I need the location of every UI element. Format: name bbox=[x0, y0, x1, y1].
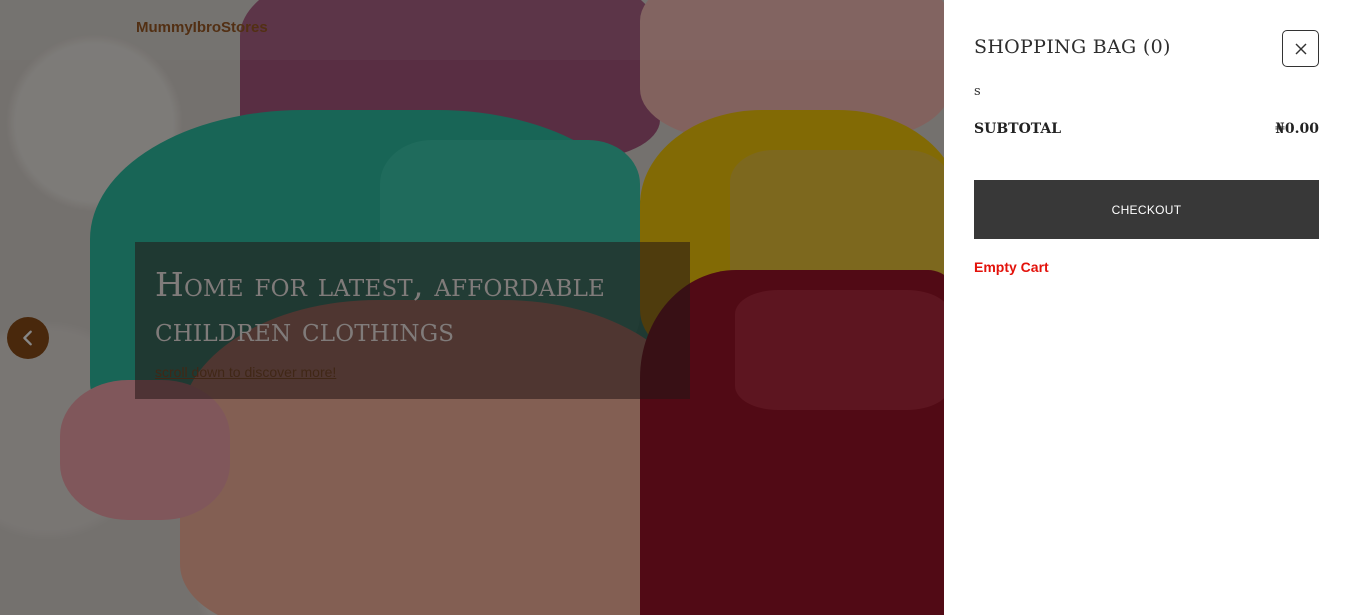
subtotal-label: SUBTOTAL bbox=[974, 121, 1062, 137]
subtotal-value: ₦0.00 bbox=[1275, 121, 1319, 137]
cart-drawer: SHOPPING BAG (0) s SUBTOTAL ₦0.00 CHECKO… bbox=[944, 0, 1349, 615]
modal-backdrop[interactable] bbox=[0, 0, 944, 615]
close-icon bbox=[1295, 43, 1306, 54]
empty-cart-link[interactable]: Empty Cart bbox=[974, 259, 1049, 275]
cart-title: SHOPPING BAG (0) bbox=[974, 36, 1171, 58]
close-cart-button[interactable] bbox=[1282, 30, 1319, 67]
cart-stray-text: s bbox=[974, 84, 981, 99]
checkout-button[interactable]: CHECKOUT bbox=[974, 180, 1319, 239]
hero-banner: MummyIbroStores Home for latest, afforda… bbox=[0, 0, 944, 615]
subtotal-row: SUBTOTAL ₦0.00 bbox=[974, 121, 1319, 137]
